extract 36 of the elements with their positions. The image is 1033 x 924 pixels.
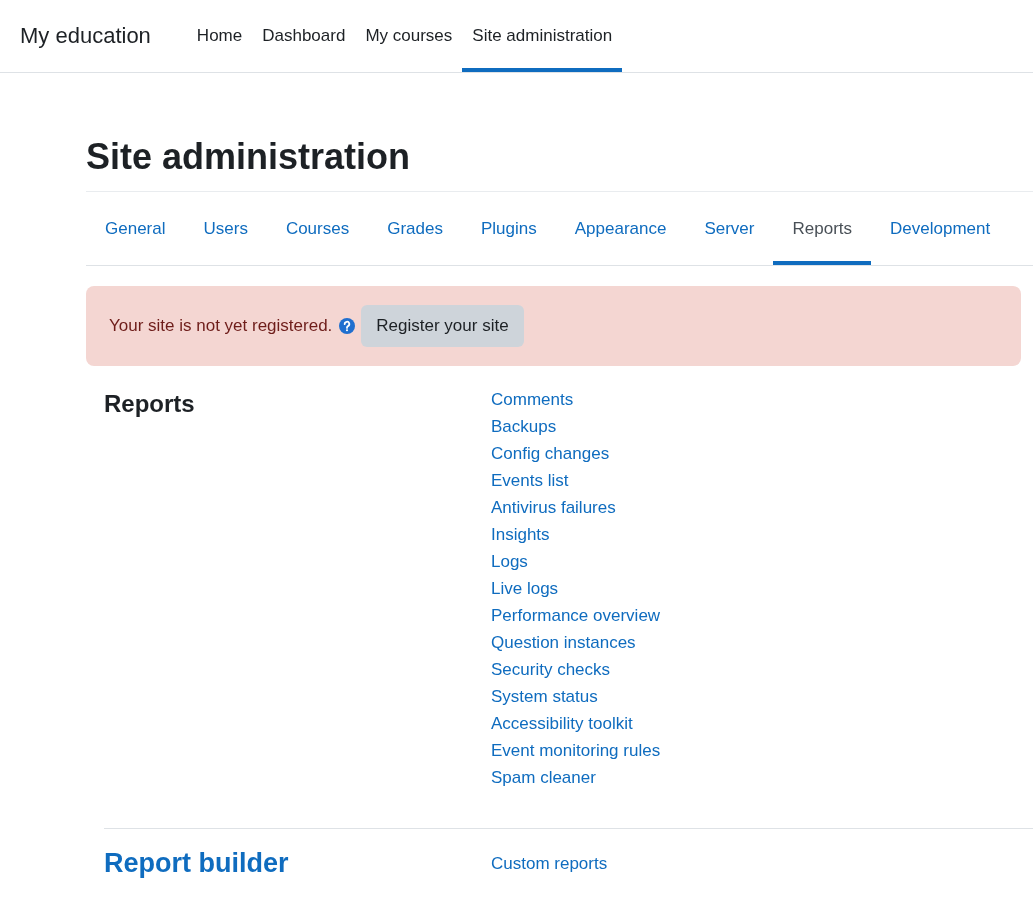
report-link[interactable]: Event monitoring rules [491, 737, 661, 764]
report-link[interactable]: Comments [491, 386, 574, 413]
tab[interactable]: Appearance [555, 192, 686, 265]
tab[interactable]: Reports [773, 192, 871, 265]
report-link[interactable]: Events list [491, 467, 569, 494]
report-link[interactable]: Config changes [491, 440, 610, 467]
nav-link[interactable]: Home [186, 0, 253, 72]
report-link[interactable]: Spam cleaner [491, 764, 596, 791]
report-link[interactable]: Accessibility toolkit [491, 710, 633, 737]
report-link[interactable]: Backups [491, 413, 557, 440]
tab[interactable]: Plugins [461, 192, 556, 265]
nav-link[interactable]: Site administration [462, 0, 623, 72]
nav-link[interactable]: Dashboard [252, 0, 356, 72]
section-heading-link[interactable]: Report builder [104, 847, 289, 879]
report-link[interactable]: Performance overview [491, 602, 661, 629]
report-link[interactable]: Security checks [491, 656, 611, 683]
nav-link[interactable]: My courses [355, 0, 463, 72]
alert-message: Your site is not yet registered. [109, 316, 333, 336]
report-link[interactable]: Insights [491, 521, 550, 548]
report-link[interactable]: Live logs [491, 575, 559, 602]
tab[interactable]: General [86, 192, 185, 265]
report-link[interactable]: Antivirus failures [491, 494, 616, 521]
site-name[interactable]: My education [20, 23, 151, 49]
tab[interactable]: Server [685, 192, 774, 265]
report-link[interactable]: Logs [491, 548, 528, 575]
section-heading: Reports [104, 389, 195, 418]
report-link[interactable]: Custom reports [491, 850, 608, 877]
report-link[interactable]: Question instances [491, 629, 636, 656]
help-icon[interactable] [339, 318, 356, 334]
tab[interactable]: Grades [368, 192, 462, 265]
register-button[interactable]: Register your site [361, 305, 524, 347]
tab[interactable]: Courses [266, 192, 369, 265]
tab[interactable]: Development [871, 192, 1010, 265]
report-link[interactable]: System status [491, 683, 598, 710]
page-title: Site administration [86, 135, 411, 179]
tab[interactable]: Users [184, 192, 267, 265]
